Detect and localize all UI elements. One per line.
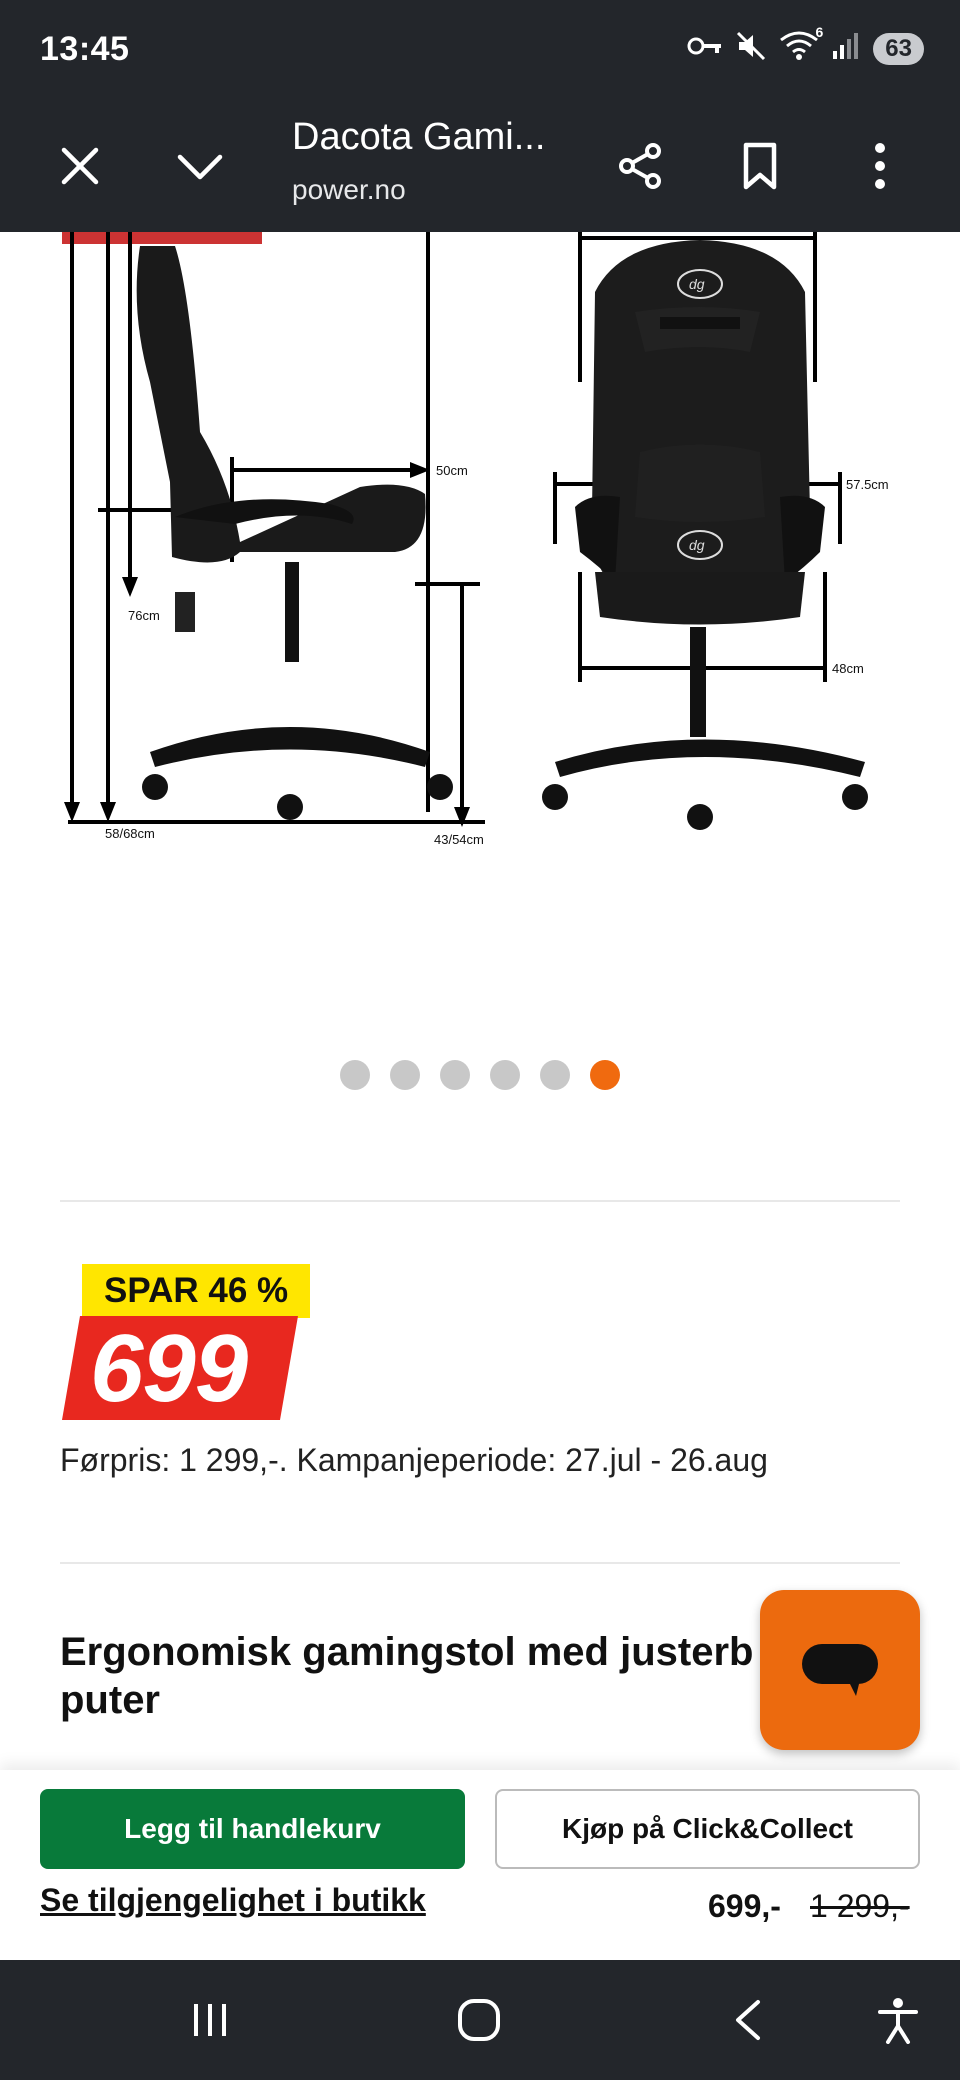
carousel-dot[interactable] <box>540 1060 570 1090</box>
chat-icon <box>802 1644 878 1696</box>
dim-width: 57.5cm <box>846 477 889 492</box>
more-vert-icon[interactable] <box>844 130 916 202</box>
key-icon <box>687 34 723 63</box>
battery-icon: 63 <box>873 32 924 65</box>
chair-dimension-image: 50cm 76cm 58/68cm 43/54cm dg dg 57.5cm 4… <box>62 232 889 847</box>
chat-button[interactable] <box>760 1590 920 1750</box>
page-title[interactable]: Dacota Gami... <box>292 116 545 159</box>
click-collect-button[interactable]: Kjøp på Click&Collect <box>495 1789 920 1869</box>
back-icon[interactable] <box>716 1988 780 2052</box>
store-availability-link[interactable]: Se tilgjengelighet i butikk <box>40 1882 426 1919</box>
product-title-line2: puter <box>60 1678 160 1722</box>
share-icon[interactable] <box>604 130 676 202</box>
carousel-dot[interactable] <box>390 1060 420 1090</box>
status-icons: 6 63 <box>687 24 924 67</box>
sale-price: 699 <box>90 1315 248 1422</box>
carousel-dot-active[interactable] <box>590 1060 620 1090</box>
side-view-chair <box>64 232 485 827</box>
price-original: 1 299,- <box>810 1888 910 1924</box>
chevron-down-icon[interactable] <box>164 130 236 202</box>
product-image[interactable]: 50cm 76cm 58/68cm 43/54cm dg dg 57.5cm 4… <box>0 232 960 1062</box>
price-current: 699,- <box>708 1888 781 1924</box>
front-view-chair <box>542 232 868 830</box>
divider <box>60 1562 900 1564</box>
signal-icon <box>831 31 861 66</box>
cropped-fragment <box>62 232 262 244</box>
carousel-dot[interactable] <box>440 1060 470 1090</box>
carousel-dot[interactable] <box>340 1060 370 1090</box>
brand-logo-top: dg <box>689 276 705 292</box>
recent-apps-icon[interactable] <box>178 1988 242 2052</box>
add-to-cart-button[interactable]: Legg til handlekurv <box>40 1789 465 1869</box>
dim-seat-width: 48cm <box>832 661 864 676</box>
system-nav-bar <box>0 1960 960 2080</box>
bookmark-icon[interactable] <box>724 130 796 202</box>
brand-logo-seat: dg <box>689 537 705 553</box>
status-bar: 13:45 6 63 <box>0 0 960 100</box>
status-time: 13:45 <box>40 30 130 68</box>
page-url[interactable]: power.no <box>292 174 406 206</box>
close-icon[interactable] <box>44 130 116 202</box>
mute-icon <box>735 30 767 67</box>
dim-seat-to-floor: 43/54cm <box>434 832 484 847</box>
dim-total-height: 58/68cm <box>105 826 155 841</box>
wifi-icon: 6 <box>779 24 823 67</box>
product-title-line1: Ergonomisk gamingstol med justerb <box>60 1630 754 1674</box>
carousel-dots <box>0 1060 960 1092</box>
home-icon[interactable] <box>447 1988 511 2052</box>
divider <box>60 1200 900 1202</box>
dim-depth: 50cm <box>436 463 468 478</box>
campaign-text: Førpris: 1 299,-. Kampanjeperiode: 27.ju… <box>60 1442 768 1478</box>
price-badge: 699 <box>62 1315 298 1422</box>
accessibility-icon[interactable] <box>866 1988 930 2052</box>
save-badge: SPAR 46 % <box>82 1264 311 1318</box>
dim-seat-height: 76cm <box>128 608 160 623</box>
product-title: Ergonomisk gamingstol med justerb puter <box>60 1628 880 1724</box>
wifi-badge: 6 <box>815 24 824 40</box>
browser-toolbar: Dacota Gami... power.no <box>0 100 960 232</box>
carousel-dot[interactable] <box>490 1060 520 1090</box>
action-bar: Legg til handlekurv Kjøp på Click&Collec… <box>0 1770 960 1960</box>
